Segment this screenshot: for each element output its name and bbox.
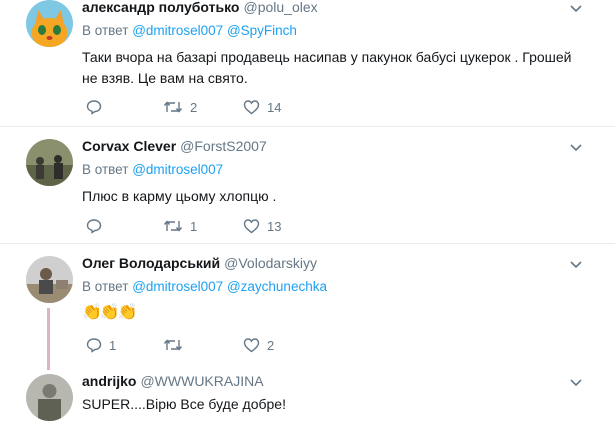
username[interactable]: @ForstS2007 [180, 138, 267, 154]
display-name[interactable]: александр полуботько [82, 0, 239, 15]
reply-count: 1 [109, 337, 117, 353]
tweet[interactable]: Corvax Clever @ForstS2007 В ответ @dmitro… [0, 127, 615, 243]
username[interactable]: @WWWUKRAJINA [140, 373, 263, 389]
chevron-down-icon[interactable] [569, 4, 583, 14]
retweet-button[interactable]: 1 [163, 218, 197, 234]
heart-icon [243, 219, 260, 234]
reply-prefix: В ответ [82, 279, 129, 294]
username[interactable]: @polu_olex [243, 0, 317, 15]
tweet-text-line: Таки вчора на базарі продавець насипав у… [82, 49, 572, 65]
retweet-count: 1 [190, 218, 198, 234]
reply-context: В ответ @dmitrosel007 @zaychunechka [82, 279, 327, 294]
display-name[interactable]: andrijko [82, 373, 136, 389]
tweet-text-line: SUPER....Вірю Все буде добре! [82, 396, 286, 412]
tweet-text: SUPER....Вірю Все буде добре! [82, 394, 587, 415]
like-count: 13 [267, 218, 282, 234]
retweet-button[interactable] [163, 337, 183, 353]
reply-context: В ответ @dmitrosel007 @SpyFinch [82, 23, 297, 38]
like-count: 2 [267, 337, 275, 353]
reply-context: В ответ @dmitrosel007 [82, 162, 223, 177]
retweet-icon [163, 220, 183, 232]
like-button[interactable]: 13 [243, 218, 281, 234]
tweet-actions: 1 13 [86, 218, 406, 236]
like-button[interactable]: 2 [243, 337, 274, 353]
heart-icon [243, 338, 260, 353]
heart-icon [243, 100, 260, 115]
mention-link[interactable]: @dmitrosel007 [132, 279, 223, 294]
tweet-text-line: Плюс в карму цьому хлопцю . [82, 188, 277, 204]
tweet[interactable]: Олег Володарський @Volodarskiyy В ответ @… [0, 244, 615, 370]
display-name[interactable]: Corvax Clever [82, 138, 176, 154]
reply-button[interactable] [86, 99, 102, 115]
reply-prefix: В ответ [82, 23, 129, 38]
reply-icon [86, 219, 102, 234]
avatar-people[interactable] [26, 139, 73, 186]
retweet-button[interactable]: 2 [163, 99, 197, 115]
display-name[interactable]: Олег Володарський [82, 255, 220, 271]
reply-button[interactable]: 1 [86, 337, 116, 353]
tweet[interactable]: andrijko @WWWUKRAJINA SUPER....Вірю Все б… [0, 364, 615, 426]
mention-link[interactable]: @zaychunechka [227, 279, 327, 294]
tweet-text-line: не взяв. Це вам на свято. [82, 70, 248, 86]
tweet[interactable]: александр полуботько @polu_olex В ответ @… [0, 0, 615, 126]
chevron-down-icon[interactable] [569, 260, 583, 270]
retweet-icon [163, 339, 183, 351]
chevron-down-icon[interactable] [569, 143, 583, 153]
tweet-text: Плюс в карму цьому хлопцю . [82, 186, 587, 207]
clapping-hands-emoji: 👏👏👏 [82, 304, 138, 321]
avatar-soldier[interactable] [26, 374, 73, 421]
avatar-cat[interactable] [26, 0, 73, 47]
mention-link[interactable]: @dmitrosel007 [132, 162, 223, 177]
tweet-text: Таки вчора на базарі продавець насипав у… [82, 47, 587, 89]
mention-link[interactable]: @SpyFinch [227, 23, 297, 38]
avatar-man-desk[interactable] [26, 256, 73, 303]
tweet-actions: 2 14 [86, 99, 406, 117]
reply-icon [86, 100, 102, 115]
like-count: 14 [267, 99, 282, 115]
like-button[interactable]: 14 [243, 99, 281, 115]
reply-prefix: В ответ [82, 162, 129, 177]
reply-icon [86, 338, 102, 353]
mention-link[interactable]: @dmitrosel007 [132, 23, 223, 38]
thread-line [47, 308, 50, 370]
retweet-count: 2 [190, 99, 198, 115]
tweet-text: 👏👏👏 [82, 302, 587, 323]
tweet-actions: 1 2 [86, 337, 406, 355]
retweet-icon [163, 101, 183, 113]
tweet-header: александр полуботько @polu_olex [82, 0, 318, 15]
tweet-header: andrijko @WWWUKRAJINA [82, 373, 264, 389]
chevron-down-icon[interactable] [569, 378, 583, 388]
tweet-header: Corvax Clever @ForstS2007 [82, 138, 267, 154]
username[interactable]: @Volodarskiyy [224, 255, 317, 271]
tweet-header: Олег Володарський @Volodarskiyy [82, 255, 317, 271]
reply-button[interactable] [86, 218, 102, 234]
